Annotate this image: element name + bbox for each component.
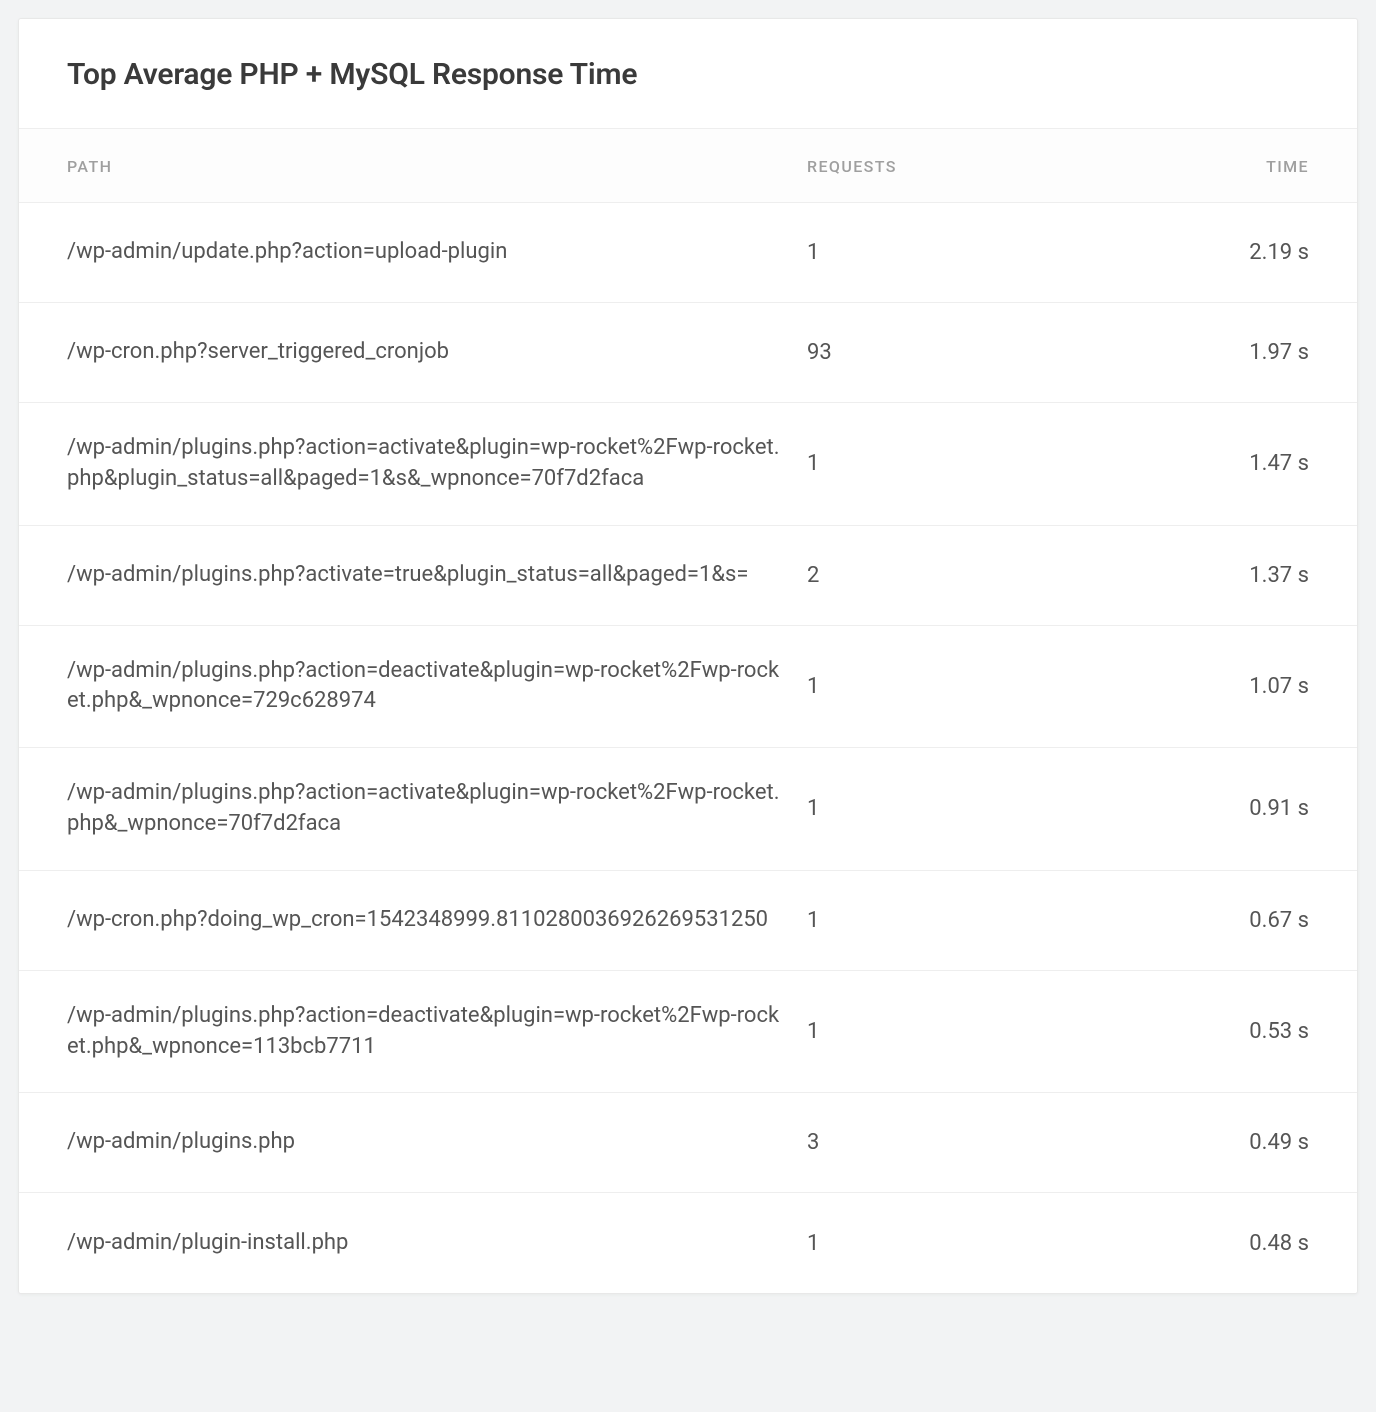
row-requests: 1	[807, 1231, 997, 1256]
row-time: 1.47 s	[997, 451, 1309, 476]
table-row[interactable]: /wp-admin/plugins.php?action=deactivate&…	[19, 626, 1357, 749]
table-row[interactable]: /wp-cron.php?server_triggered_cronjob931…	[19, 303, 1357, 403]
table-row[interactable]: /wp-admin/plugin-install.php10.48 s	[19, 1193, 1357, 1293]
col-header-time[interactable]: TIME	[997, 157, 1309, 176]
table-body: /wp-admin/update.php?action=upload-plugi…	[19, 203, 1357, 1293]
row-path: /wp-admin/plugin-install.php	[67, 1228, 807, 1259]
card-title: Top Average PHP + MySQL Response Time	[67, 57, 1309, 92]
row-requests: 1	[807, 1019, 997, 1044]
row-time: 1.97 s	[997, 340, 1309, 365]
row-path: /wp-admin/plugins.php?action=activate&pl…	[67, 433, 807, 495]
table-row[interactable]: /wp-cron.php?doing_wp_cron=1542348999.81…	[19, 871, 1357, 971]
table-row[interactable]: /wp-admin/plugins.php?action=activate&pl…	[19, 403, 1357, 526]
row-path: /wp-admin/plugins.php?action=activate&pl…	[67, 778, 807, 840]
row-requests: 1	[807, 674, 997, 699]
col-header-path[interactable]: PATH	[67, 157, 807, 176]
row-path: /wp-admin/plugins.php?activate=true&plug…	[67, 560, 807, 591]
col-header-requests[interactable]: REQUESTS	[807, 157, 997, 176]
row-requests: 1	[807, 908, 997, 933]
row-path: /wp-cron.php?server_triggered_cronjob	[67, 337, 807, 368]
response-time-card: Top Average PHP + MySQL Response Time PA…	[18, 18, 1358, 1294]
row-requests: 1	[807, 451, 997, 476]
row-requests: 2	[807, 563, 997, 588]
row-requests: 1	[807, 240, 997, 265]
row-time: 0.53 s	[997, 1019, 1309, 1044]
row-path: /wp-admin/plugins.php?action=deactivate&…	[67, 656, 807, 718]
row-path: /wp-cron.php?doing_wp_cron=1542348999.81…	[67, 905, 807, 936]
table-row[interactable]: /wp-admin/plugins.php30.49 s	[19, 1093, 1357, 1193]
row-path: /wp-admin/plugins.php	[67, 1127, 807, 1158]
row-requests: 93	[807, 340, 997, 365]
row-time: 1.07 s	[997, 674, 1309, 699]
row-time: 1.37 s	[997, 563, 1309, 588]
row-time: 0.67 s	[997, 908, 1309, 933]
card-header: Top Average PHP + MySQL Response Time	[19, 19, 1357, 129]
row-requests: 3	[807, 1130, 997, 1155]
table-row[interactable]: /wp-admin/plugins.php?action=deactivate&…	[19, 971, 1357, 1094]
row-time: 2.19 s	[997, 240, 1309, 265]
table-row[interactable]: /wp-admin/plugins.php?activate=true&plug…	[19, 526, 1357, 626]
table-header: PATH REQUESTS TIME	[19, 129, 1357, 203]
row-path: /wp-admin/plugins.php?action=deactivate&…	[67, 1001, 807, 1063]
table-row[interactable]: /wp-admin/update.php?action=upload-plugi…	[19, 203, 1357, 303]
row-time: 0.48 s	[997, 1231, 1309, 1256]
row-time: 0.91 s	[997, 796, 1309, 821]
table-row[interactable]: /wp-admin/plugins.php?action=activate&pl…	[19, 748, 1357, 871]
row-requests: 1	[807, 796, 997, 821]
row-path: /wp-admin/update.php?action=upload-plugi…	[67, 237, 807, 268]
row-time: 0.49 s	[997, 1130, 1309, 1155]
